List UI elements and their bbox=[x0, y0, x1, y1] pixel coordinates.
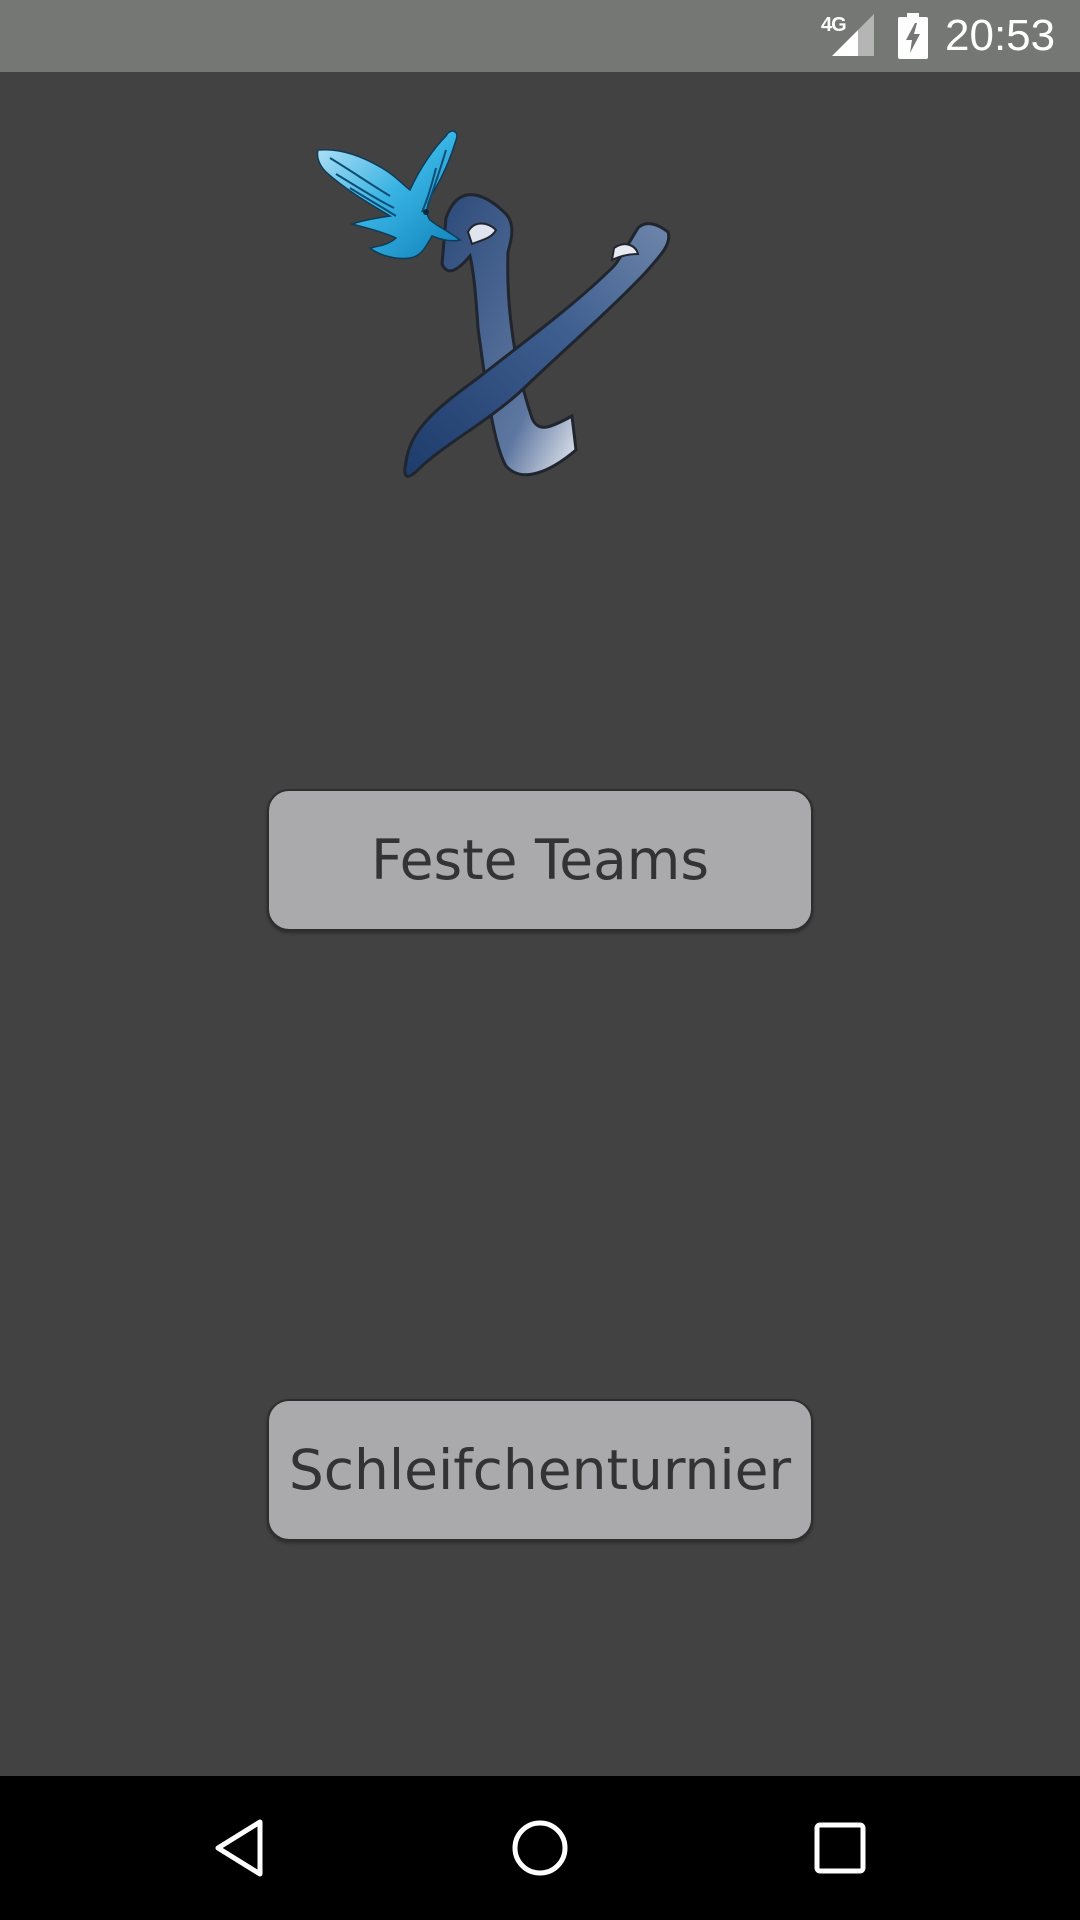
status-time: 20:53 bbox=[945, 11, 1056, 60]
back-icon[interactable] bbox=[208, 1816, 272, 1880]
status-bar: 4G 20:53 bbox=[0, 0, 1080, 72]
battery-charging-icon bbox=[898, 13, 928, 59]
feste-teams-button[interactable]: Feste Teams bbox=[267, 789, 813, 931]
home-icon[interactable] bbox=[508, 1816, 572, 1880]
eagle-x-logo bbox=[316, 130, 671, 478]
recents-icon[interactable] bbox=[808, 1816, 872, 1880]
signal-icon bbox=[832, 14, 874, 56]
schleifchenturnier-button[interactable]: Schleifchenturnier bbox=[267, 1399, 813, 1541]
